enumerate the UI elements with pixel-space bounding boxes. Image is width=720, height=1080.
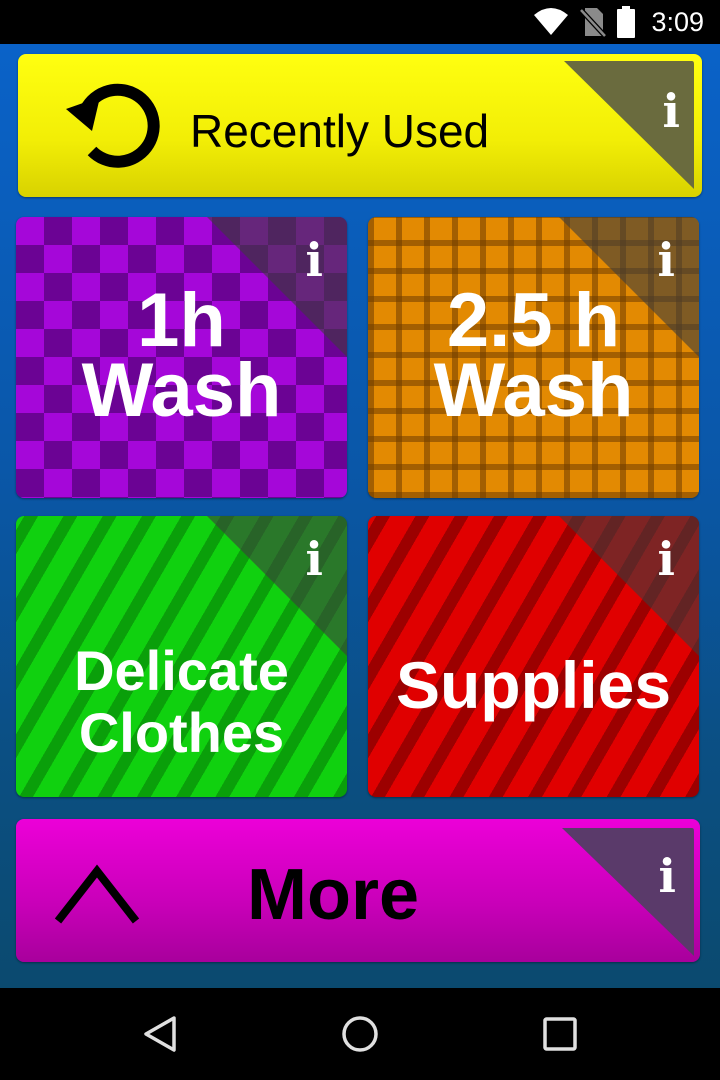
back-button[interactable]: [100, 988, 220, 1080]
info-corner-triangle: [564, 61, 694, 189]
wash-2-5h-line1: 2.5 h: [446, 278, 621, 363]
wash-2-5h-button[interactable]: i 2.5 h Wash: [368, 217, 699, 498]
wash-1h-line1: 1h: [137, 278, 226, 363]
refresh-icon: [66, 83, 160, 168]
wash-2-5h-line2: Wash: [433, 348, 634, 433]
info-icon[interactable]: i: [663, 88, 680, 134]
delicate-clothes-button[interactable]: i Delicate Clothes: [16, 516, 347, 797]
navigation-bar: [0, 988, 720, 1080]
chevron-up-icon: [54, 864, 140, 924]
no-sim-icon: [579, 8, 608, 38]
supplies-button[interactable]: i Supplies: [368, 516, 699, 797]
supplies-label: Supplies: [395, 648, 672, 722]
delicate-line2: Clothes: [78, 701, 285, 764]
battery-icon: [617, 6, 636, 38]
status-clock: 3:09: [651, 6, 704, 37]
more-button[interactable]: i More: [16, 819, 700, 962]
recents-button[interactable]: [500, 988, 620, 1080]
info-icon[interactable]: i: [306, 237, 323, 283]
info-icon[interactable]: i: [658, 237, 675, 283]
wash-1h-button[interactable]: i 1h Wash: [16, 217, 347, 498]
delicate-line1: Delicate: [74, 639, 289, 702]
recently-used-label: Recently Used: [190, 105, 490, 157]
wifi-icon: [534, 8, 569, 35]
status-icons: 3:09: [533, 0, 704, 44]
status-bar: 3:09: [0, 0, 720, 44]
wash-1h-line2: Wash: [81, 348, 282, 433]
info-icon[interactable]: i: [658, 536, 675, 582]
info-icon[interactable]: i: [306, 536, 323, 582]
back-icon: [144, 1016, 176, 1052]
info-corner-triangle: [559, 516, 699, 656]
recents-icon: [543, 1017, 577, 1051]
home-icon: [342, 1016, 378, 1052]
more-label: More: [246, 855, 420, 935]
recently-used-button[interactable]: i Recently Used: [18, 54, 702, 197]
home-button[interactable]: [300, 988, 420, 1080]
